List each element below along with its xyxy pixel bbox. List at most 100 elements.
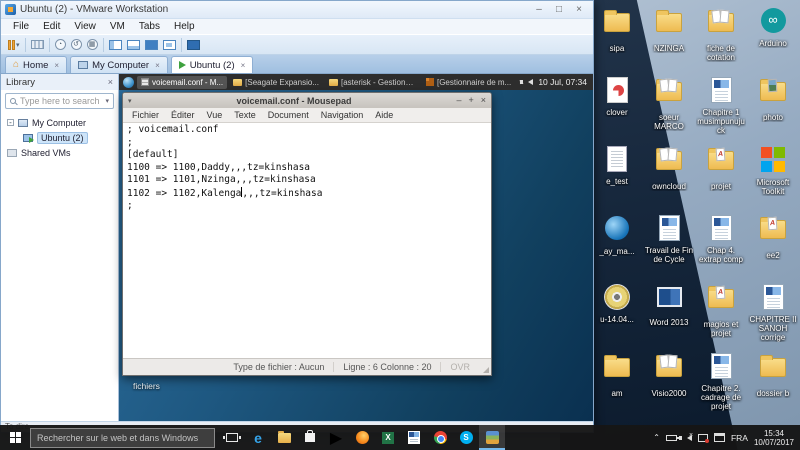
tree-expander-icon[interactable]: - [7, 119, 14, 127]
revert-snapshot-button[interactable]: ↺ [70, 39, 82, 50]
volume-icon[interactable] [520, 79, 534, 85]
clock[interactable]: 15:34 10/07/2017 [754, 429, 794, 447]
mousepad-menu-diter[interactable]: Éditer [165, 110, 201, 120]
desktop-icon-owncloud[interactable]: owncloud [644, 144, 694, 213]
vmware-tab-ubuntu-2[interactable]: Ubuntu (2) × [170, 56, 254, 73]
vmware-menu-view[interactable]: View [67, 21, 103, 32]
desktop-icon-word-2013[interactable]: Word 2013 [644, 282, 694, 351]
ubuntu-window-button[interactable]: voicemail.conf - M... [137, 75, 228, 89]
taskbar-search-box[interactable]: Rechercher sur le web et dans Windows [30, 427, 215, 448]
ubuntu-window-button[interactable]: [Gestionnaire de m... [422, 76, 515, 89]
desktop-icon-projet[interactable]: Aprojet [696, 144, 746, 213]
desktop-icon-e-test[interactable]: e_test [592, 144, 642, 213]
vmware-menu-edit[interactable]: Edit [36, 21, 67, 32]
vmware-menu-vm[interactable]: VM [103, 21, 132, 32]
desktop-icon-ee2[interactable]: Aee2 [748, 213, 798, 282]
close-tab-icon[interactable]: × [241, 61, 246, 70]
ctrl-alt-del-button[interactable] [30, 40, 44, 49]
vmware-tab-my-computer[interactable]: My Computer × [70, 56, 168, 73]
take-snapshot-button[interactable]: ◔ [54, 39, 66, 50]
suspend-button[interactable]: ▾ [8, 39, 20, 50]
battery-icon[interactable] [665, 434, 679, 441]
desktop-icon-u-14-04[interactable]: u-14.04... [592, 282, 642, 351]
library-tree-item-ubuntu-2[interactable]: Ubuntu (2) [1, 130, 118, 145]
ubuntu-app-menu-icon[interactable] [123, 76, 134, 88]
start-button[interactable] [0, 425, 30, 450]
close-button[interactable]: × [481, 94, 486, 107]
vm-console[interactable]: voicemail.conf - M... [Seagate Expansio..… [119, 74, 593, 421]
close-button[interactable]: × [569, 4, 589, 15]
taskbar-app-store[interactable] [297, 425, 323, 450]
minimize-button[interactable]: – [456, 94, 461, 107]
taskbar-app-chrome[interactable] [427, 425, 453, 450]
desktop-icon-dossier-b[interactable]: dossier b [748, 351, 798, 420]
unity-mode-button[interactable] [162, 39, 176, 50]
taskbar-app-excel[interactable]: X [375, 425, 401, 450]
language-indicator[interactable]: FRA [731, 433, 748, 443]
console-view-button[interactable] [186, 39, 200, 50]
desktop-icon-arduino[interactable]: ∞ Arduino [748, 6, 798, 75]
desktop-icon-sipa[interactable]: sipa [592, 6, 642, 75]
desktop-icon-soeur-marco[interactable]: soeur MARCO [644, 75, 694, 144]
desktop-icon-magios-et-projet[interactable]: Amagios et projet [696, 282, 746, 351]
mousepad-menu-document[interactable]: Document [262, 110, 315, 120]
desktop-icon-chapitre-ii-sanoh-corrige[interactable]: CHAPITRE II SANOH corrige [748, 282, 798, 351]
desktop-icon-clover[interactable]: clover [592, 75, 642, 144]
desktop-icon-microsoft-toolkit[interactable]: Microsoft Toolkit [748, 144, 798, 213]
vmware-menu-file[interactable]: File [6, 21, 36, 32]
vmware-menu-help[interactable]: Help [167, 21, 202, 32]
ubuntu-window-button[interactable]: [asterisk - Gestionn... [325, 76, 420, 89]
desktop-icon-ay-ma[interactable]: _ay_ma... [592, 213, 642, 282]
network-disconnected-icon[interactable] [697, 433, 709, 443]
desktop-icon-chap-4-extrap-comp[interactable]: Chap 4. extrap comp [696, 213, 746, 282]
manage-snapshots-button[interactable]: ▦ [86, 39, 98, 50]
desktop-icon-chapitre-1-musimpunuju-ck[interactable]: Chapitre 1 musimpunuju ck [696, 75, 746, 144]
ubuntu-clock[interactable]: 10 Jul, 07:34 [538, 77, 587, 87]
desktop-icon-travail-de-fin-de-cycle[interactable]: Travail de Fin de Cycle [644, 213, 694, 282]
taskbar-app-skype[interactable]: S [453, 425, 479, 450]
mousepad-titlebar[interactable]: ▾ voicemail.conf - Mousepad – + × [123, 93, 491, 108]
taskbar-app-task-view[interactable] [219, 425, 245, 450]
show-library-button[interactable] [108, 39, 122, 50]
mousepad-text-area[interactable]: ; voicemail.conf; [default] 1100 => 1100,D… [123, 123, 491, 358]
minimize-button[interactable]: – [529, 4, 549, 15]
desktop-icon-nzinga[interactable]: NZINGA [644, 6, 694, 75]
mousepad-menu-texte[interactable]: Texte [228, 110, 262, 120]
windows-logo-icon [9, 432, 21, 443]
mousepad-menu-navigation[interactable]: Navigation [315, 110, 370, 120]
volume-muted-icon[interactable] [678, 432, 693, 441]
resize-grip[interactable] [483, 367, 489, 373]
vmware-titlebar[interactable]: Ubuntu (2) - VMware Workstation – □ × [1, 1, 593, 19]
hidden-icons-chevron[interactable]: ⌃ [653, 433, 660, 442]
maximize-button[interactable]: + [468, 94, 473, 107]
action-center-icon[interactable] [713, 433, 725, 442]
mousepad-menu-vue[interactable]: Vue [201, 110, 229, 120]
taskbar-app-media-player[interactable]: ▶ [323, 425, 349, 450]
show-thumbnail-bar-button[interactable] [126, 39, 140, 50]
taskbar-app-word[interactable] [401, 425, 427, 450]
taskbar-app-firefox[interactable] [349, 425, 375, 450]
mousepad-menu-aide[interactable]: Aide [369, 110, 399, 120]
desktop-icon-am[interactable]: am [592, 351, 642, 420]
desktop-icon-chapitre-2-cadrage-de-projet[interactable]: Chapitre 2. cadrage de projet [696, 351, 746, 420]
close-tab-icon[interactable]: × [54, 61, 59, 70]
library-search-box[interactable]: Type here to search ▾ [5, 93, 114, 109]
ubuntu-desktop-icon-label[interactable]: fichiers [133, 381, 160, 391]
desktop-icon-photo[interactable]: photo [748, 75, 798, 144]
library-tree-item-my-computer[interactable]: - My Computer [1, 115, 118, 130]
desktop-icon-fiche-de-cotation[interactable]: fiche de cotation [696, 6, 746, 75]
desktop-icon-visio2000[interactable]: Visio2000 [644, 351, 694, 420]
fullscreen-button[interactable] [144, 39, 158, 50]
close-tab-icon[interactable]: × [155, 61, 160, 70]
vmware-tab-home[interactable]: ⌂ Home × [5, 56, 68, 73]
mousepad-menu-fichier[interactable]: Fichier [126, 110, 165, 120]
ubuntu-window-button[interactable]: [Seagate Expansio... [229, 76, 323, 89]
taskbar-app-explorer[interactable] [271, 425, 297, 450]
taskbar-app-edge[interactable]: e [245, 425, 271, 450]
maximize-button[interactable]: □ [549, 4, 569, 15]
ubuntu-desktop[interactable]: fichiers ▾ voicemail.conf - Mousepad – +… [119, 90, 593, 421]
library-close-icon[interactable]: × [108, 77, 113, 87]
taskbar-app-vmware[interactable] [479, 425, 505, 450]
vmware-menu-tabs[interactable]: Tabs [132, 21, 167, 32]
library-tree-item-shared-vms[interactable]: Shared VMs [1, 145, 118, 160]
